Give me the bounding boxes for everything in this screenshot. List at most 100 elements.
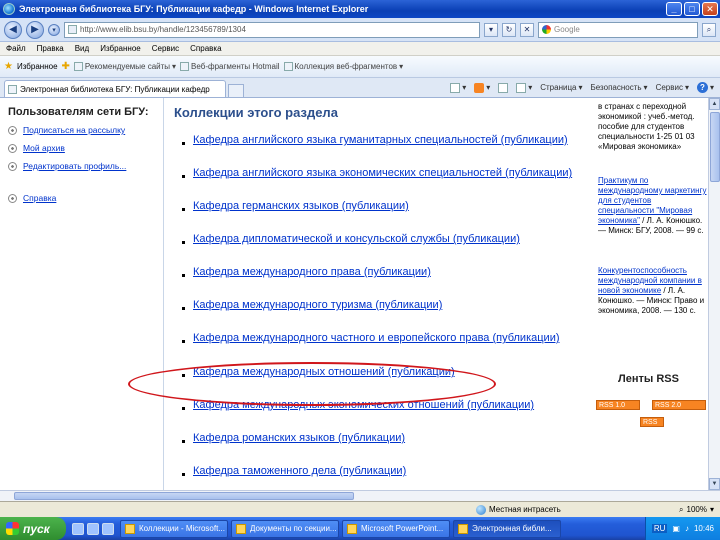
page-icon [8,84,17,94]
collection-link[interactable]: Кафедра романских языков (публикации) [193,432,405,444]
recent-pages-dropdown[interactable]: ▾ [48,23,60,36]
collection-link[interactable]: Кафедра германских языков (публикации) [193,200,409,212]
bullet-icon [182,340,185,343]
quick-launch-icon[interactable] [72,522,84,535]
address-input[interactable]: http://www.elib.bsu.by/handle/123456789/… [64,21,480,38]
taskbar-item-active[interactable]: Электронная библи... [453,519,561,538]
forward-button[interactable]: ▶ [26,20,44,39]
sidebar-item-edit-profile[interactable]: Редактировать профиль... [8,161,126,171]
sidebar-item-my-archive[interactable]: Мой архив [8,143,65,153]
favorites-link-suggested[interactable]: Рекомендуемые сайты ▾ [73,62,176,71]
list-item: Кафедра английского языка гуманитарных с… [182,134,568,146]
page-menu[interactable]: Страница ▾ [540,83,582,92]
back-button[interactable]: ◀ [4,20,22,39]
scroll-up-icon[interactable]: ▲ [709,98,720,110]
list-item: Кафедра английского языка экономических … [182,167,572,179]
network-icon[interactable]: ▣ [672,524,680,533]
bullet-icon [8,194,17,203]
feeds-button[interactable]: ▾ [474,82,490,93]
taskbar: пуск Коллекции - Microsoft... Документы … [0,517,720,540]
address-dropdown-button[interactable]: ▾ [484,22,498,37]
mail-button[interactable] [498,82,509,93]
collection-link[interactable]: Кафедра таможенного дела (публикации) [193,465,406,477]
language-indicator[interactable]: RU [651,524,668,533]
bullet-icon [182,241,185,244]
highlight-ellipse [128,362,496,406]
maximize-button[interactable]: □ [684,2,700,16]
recent-item-2: Практикум по международному маркетингу д… [598,176,707,235]
minimize-button[interactable]: _ [666,2,682,16]
list-item: Кафедра международного права (публикации… [182,266,431,278]
add-favorite-icon[interactable]: ✚ [62,61,70,72]
taskbar-item[interactable]: Документы по секции... [231,519,339,538]
close-button[interactable]: ✕ [702,2,718,16]
internet-explorer-icon [3,3,15,15]
quick-launch-icon[interactable] [87,522,99,535]
vertical-scrollbar[interactable]: ▲ ▼ [708,98,720,490]
collection-link[interactable]: Кафедра дипломатической и консульской сл… [193,233,520,245]
tab-title: Электронная библиотека БГУ: Публикации к… [20,84,210,94]
new-tab-button[interactable] [228,84,244,97]
favorites-link-hotmail[interactable]: Веб-фрагменты Hotmail [180,62,280,71]
list-item: Кафедра таможенного дела (публикации) [182,465,406,477]
volume-icon[interactable]: ♪ [685,524,689,533]
recent-item-3: Конкурентоспособность международной комп… [598,266,705,315]
print-button[interactable]: ▾ [516,82,532,93]
quick-launch-icon[interactable] [102,522,114,535]
stop-button[interactable]: ✕ [520,22,534,37]
taskbar-item[interactable]: Коллекции - Microsoft... [120,519,228,538]
help-button[interactable]: ? ▾ [696,82,714,93]
menu-file[interactable]: Файл [6,44,26,53]
collection-link[interactable]: Кафедра международного туризма (публикац… [193,299,442,311]
search-input[interactable]: Google [538,21,698,38]
menu-edit[interactable]: Правка [37,44,64,53]
window-title: Электронная библиотека БГУ: Публикации к… [19,4,369,14]
favorites-link-webslices[interactable]: Коллекция веб-фрагментов ▾ [283,62,403,71]
bullet-icon [182,440,185,443]
menu-tools[interactable]: Сервис [152,44,179,53]
menu-favorites[interactable]: Избранное [100,44,141,53]
refresh-button[interactable]: ↻ [502,22,516,37]
menu-view[interactable]: Вид [75,44,89,53]
list-item: Кафедра романских языков (публикации) [182,432,405,444]
bullet-icon [182,307,185,310]
zoom-control[interactable]: ⌕ 100% ▾ [679,505,714,515]
favorites-star-icon[interactable]: ★ [4,61,13,72]
rss-1-button[interactable]: RSS 1.0 [596,400,640,410]
vertical-scroll-thumb[interactable] [710,112,720,182]
globe-icon [476,504,486,515]
search-button[interactable]: ⌕ [702,22,716,37]
scroll-down-icon[interactable]: ▼ [709,478,720,490]
google-icon [542,25,551,34]
folder-icon [236,523,246,534]
help-icon: ? [696,82,708,93]
favorites-button[interactable]: Избранное [17,62,58,71]
safety-menu[interactable]: Безопасность ▾ [591,83,648,92]
page-icon [73,62,83,71]
collection-link[interactable]: Кафедра международного права (публикации… [193,266,431,278]
sidebar-item-subscribe[interactable]: Подписаться на рассылку [8,125,125,135]
rss-2-button[interactable]: RSS 2.0 [652,400,706,410]
windows-flag-icon [6,522,19,535]
section-title: Коллекции этого раздела [174,105,338,120]
tools-menu[interactable]: Сервис ▾ [656,83,689,92]
rss-button[interactable]: RSS [640,417,664,427]
address-url: http://www.elib.bsu.by/handle/123456789/… [80,25,246,34]
rss-icon [474,82,485,93]
home-button[interactable]: ▾ [450,82,466,93]
folder-icon [125,523,135,534]
menu-help[interactable]: Справка [190,44,221,53]
bullet-icon [8,126,17,135]
collection-link[interactable]: Кафедра английского языка экономических … [193,167,572,179]
system-tray: RU ▣ ♪ 10:46 [644,517,720,540]
collection-link[interactable]: Кафедра международного частного и европе… [193,332,560,344]
start-button[interactable]: пуск [0,517,66,540]
tab-active[interactable]: Электронная библиотека БГУ: Публикации к… [4,80,226,97]
collection-link[interactable]: Кафедра английского языка гуманитарных с… [193,134,568,146]
rss-heading: Ленты RSS [618,373,679,385]
horizontal-scrollbar[interactable] [0,490,720,501]
sidebar-item-help[interactable]: Справка [8,193,56,203]
internet-explorer-icon [458,523,468,534]
horizontal-scroll-thumb[interactable] [14,492,354,500]
taskbar-item[interactable]: Microsoft PowerPoint... [342,519,450,538]
